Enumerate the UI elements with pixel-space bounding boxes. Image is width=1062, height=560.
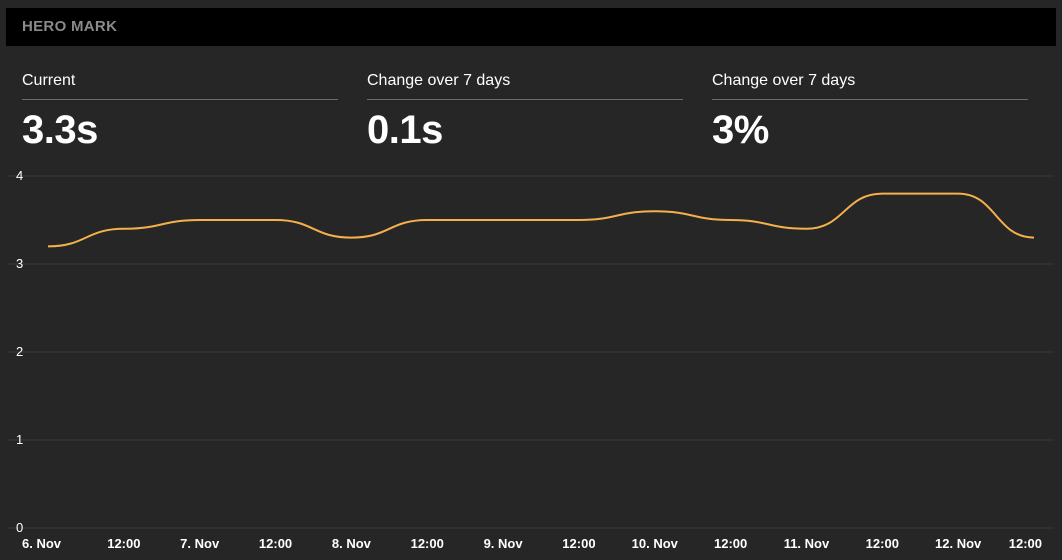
metric-label: Current [22,72,338,100]
series-line [47,192,1035,248]
y-tick-label: 3 [16,256,23,271]
metric-value: 3% [712,108,769,152]
y-tick-label: 2 [16,344,23,359]
widget-header: HERO MARK [6,8,1056,46]
metric-value: 0.1s [367,108,443,152]
x-tick-label: 12:00 [259,536,292,551]
metric-value: 3.3s [22,108,98,152]
x-tick-label: 8. Nov [332,536,372,551]
x-tick-label: 12:00 [866,536,899,551]
metric-current: Current 3.3s [22,72,338,153]
metric-change-percent: Change over 7 days 3% [712,72,1028,153]
x-tick-label: 10. Nov [632,536,679,551]
y-tick-label: 0 [16,520,23,535]
x-tick-label: 12:00 [1009,536,1042,551]
metric-change-seconds: Change over 7 days 0.1s [367,72,683,153]
x-tick-label: 6. Nov [22,536,62,551]
x-tick-label: 11. Nov [784,536,830,551]
metric-label: Change over 7 days [367,72,683,100]
y-tick-label: 1 [16,432,23,447]
x-tick-label: 12:00 [411,536,444,551]
widget-title: HERO MARK [22,18,118,35]
line-chart: 0 1 2 3 4 6. Nov 12:00 7. Nov 12:00 8. Nov 12:00 9.… [8,168,1054,551]
x-tick-label: 12:00 [714,536,747,551]
x-tick-label: 7. Nov [180,536,220,551]
x-tick-label: 12:00 [562,536,595,551]
x-tick-label: 12. Nov [935,536,982,551]
x-tick-label: 9. Nov [484,536,524,551]
x-tick-label: 12:00 [107,536,140,551]
metric-label: Change over 7 days [712,72,1028,100]
y-tick-label: 4 [16,168,23,183]
